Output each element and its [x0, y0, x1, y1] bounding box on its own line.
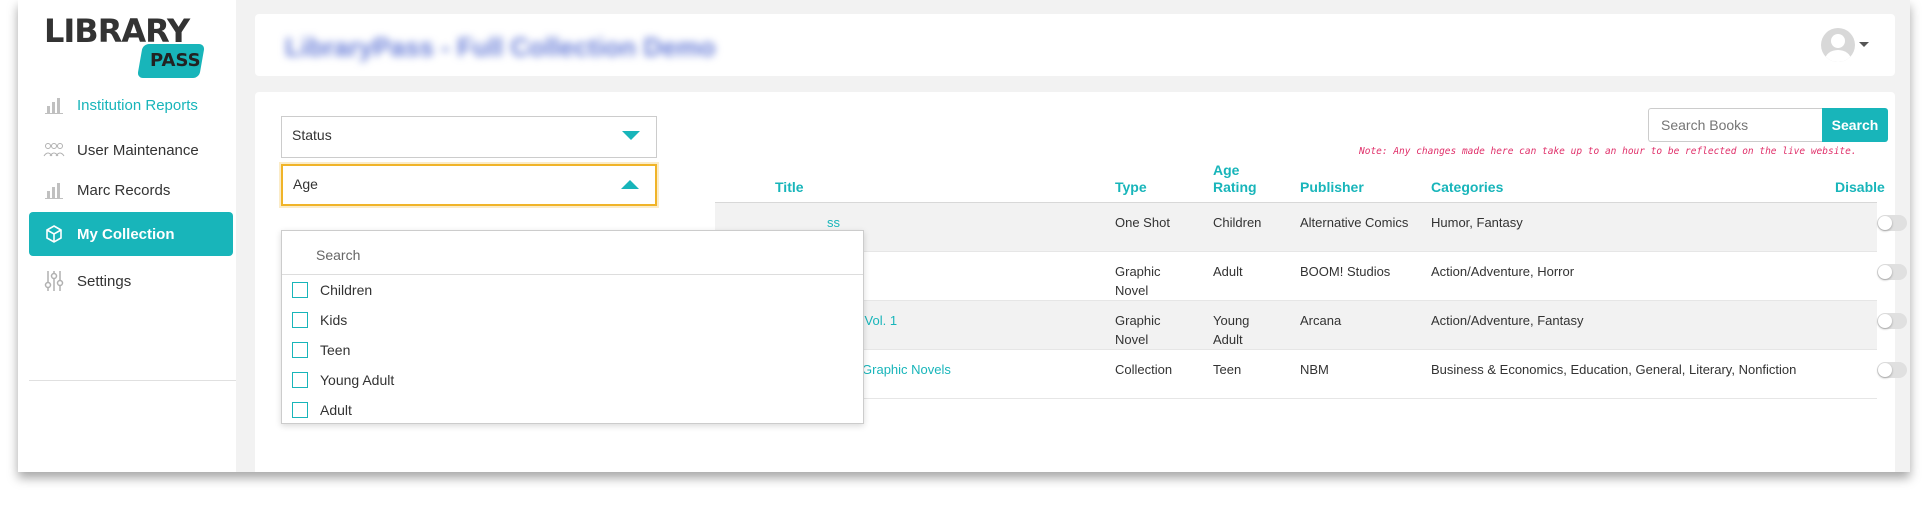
bar-chart-icon	[43, 179, 65, 201]
disable-toggle[interactable]	[1877, 215, 1907, 231]
age-dropdown-menu: Search Children Kids Teen Young Adult Ad…	[281, 230, 864, 424]
disable-toggle[interactable]	[1877, 264, 1907, 280]
book-type: Graphic Novel	[1115, 264, 1161, 298]
avatar-head	[1831, 34, 1845, 48]
disable-toggle[interactable]	[1877, 313, 1907, 329]
status-filter-label: Status	[292, 127, 332, 143]
page-title: LibraryPass - Full Collection Demo	[285, 32, 716, 62]
book-age-rating: Children	[1213, 215, 1262, 230]
column-header-publisher[interactable]: Publisher	[1300, 179, 1364, 196]
logo-badge-text: PASS	[150, 50, 201, 71]
age-option-label: Young Adult	[320, 372, 395, 388]
book-categories: Action/Adventure, Fantasy	[1431, 313, 1584, 328]
sidebar: LIBRARY PASS Institution Reports User Ma…	[18, 0, 236, 472]
top-header: LibraryPass - Full Collection Demo	[255, 14, 1895, 76]
book-publisher: Alternative Comics	[1300, 215, 1409, 230]
changes-note: Note: Any changes made here can take up …	[1359, 146, 1857, 157]
toggle-knob	[1878, 363, 1892, 377]
dropdown-search-input[interactable]: Search	[282, 231, 863, 275]
sidebar-item-label: User Maintenance	[77, 141, 199, 159]
table-row[interactable]: Graphic Novel Adult BOOM! Studios Action…	[715, 252, 1907, 301]
age-option-young-adult[interactable]: Young Adult	[282, 365, 863, 395]
book-age-rating: Young Adult	[1213, 313, 1250, 347]
sidebar-item-label: Institution Reports	[77, 96, 198, 114]
user-avatar-icon[interactable]	[1821, 28, 1855, 62]
cube-icon	[43, 223, 65, 245]
table-row[interactable]: ss One Shot Children Alternative Comics …	[715, 203, 1907, 252]
age-option-label: Children	[320, 282, 373, 298]
sidebar-item-my-collection[interactable]: My Collection	[29, 212, 233, 256]
toggle-knob	[1878, 216, 1892, 230]
age-option-adult[interactable]: Adult	[282, 395, 863, 425]
sidebar-item-label: My Collection	[77, 225, 175, 243]
table-row[interactable]: st Girl Vol. 1 Graphic Novel Young Adult…	[715, 301, 1907, 350]
library-pass-logo[interactable]: LIBRARY PASS	[44, 12, 205, 78]
column-header-type[interactable]: Type	[1115, 179, 1147, 196]
search-books-input[interactable]	[1648, 108, 1822, 142]
age-option-label: Adult	[320, 402, 352, 418]
disable-toggle[interactable]	[1877, 362, 1907, 378]
age-option-label: Teen	[320, 342, 351, 358]
book-age-rating: Teen	[1213, 362, 1242, 377]
book-categories: Action/Adventure, Horror	[1431, 264, 1575, 279]
bar-chart-icon	[43, 94, 65, 116]
book-type: Collection	[1115, 362, 1173, 377]
column-header-age-rating[interactable]: Age Rating	[1213, 162, 1263, 196]
sidebar-item-settings[interactable]: Settings	[29, 259, 233, 303]
checkbox-icon[interactable]	[292, 342, 308, 358]
sidebar-item-institution-reports[interactable]: Institution Reports	[29, 83, 233, 127]
checkbox-icon[interactable]	[292, 282, 308, 298]
age-option-teen[interactable]: Teen	[282, 335, 863, 365]
sidebar-divider	[29, 380, 236, 381]
status-filter-select[interactable]: Status	[281, 116, 657, 158]
book-age-rating: Adult	[1213, 264, 1243, 279]
table-row[interactable]: 101 Outstanding Graphic Novels Collectio…	[715, 350, 1907, 399]
age-option-kids[interactable]: Kids	[282, 305, 863, 335]
caret-up-icon	[621, 180, 639, 189]
sidebar-item-user-maintenance[interactable]: User Maintenance	[29, 128, 233, 172]
column-header-title[interactable]: Title	[775, 179, 804, 196]
book-type: Graphic Novel	[1115, 313, 1161, 347]
age-filter-select[interactable]: Age	[281, 164, 657, 206]
users-icon	[43, 139, 65, 161]
column-header-categories[interactable]: Categories	[1431, 179, 1503, 196]
sidebar-item-label: Settings	[77, 272, 132, 290]
age-option-children[interactable]: Children	[282, 275, 863, 305]
book-categories: Business & Economics, Education, General…	[1431, 362, 1797, 377]
avatar-body	[1825, 50, 1851, 62]
column-header-disable[interactable]: Disable	[1835, 179, 1885, 196]
book-categories: Humor, Fantasy	[1431, 215, 1523, 230]
book-publisher: NBM	[1300, 362, 1329, 377]
book-publisher: Arcana	[1300, 313, 1342, 328]
book-type: One Shot	[1115, 215, 1170, 230]
sidebar-item-marc-records[interactable]: Marc Records	[29, 168, 233, 212]
book-publisher: BOOM! Studios	[1300, 264, 1391, 279]
checkbox-icon[interactable]	[292, 402, 308, 418]
age-option-label: Kids	[320, 312, 348, 328]
chevron-down-icon[interactable]	[1859, 42, 1869, 47]
age-filter-label: Age	[293, 176, 318, 192]
app-window: LIBRARY PASS Institution Reports User Ma…	[18, 0, 1910, 472]
checkbox-icon[interactable]	[292, 312, 308, 328]
search-button[interactable]: Search	[1822, 108, 1888, 142]
sliders-icon	[43, 270, 65, 292]
toggle-knob	[1878, 314, 1892, 328]
caret-down-icon	[622, 131, 640, 140]
sidebar-item-label: Marc Records	[77, 181, 171, 199]
toggle-knob	[1878, 265, 1892, 279]
checkbox-icon[interactable]	[292, 372, 308, 388]
